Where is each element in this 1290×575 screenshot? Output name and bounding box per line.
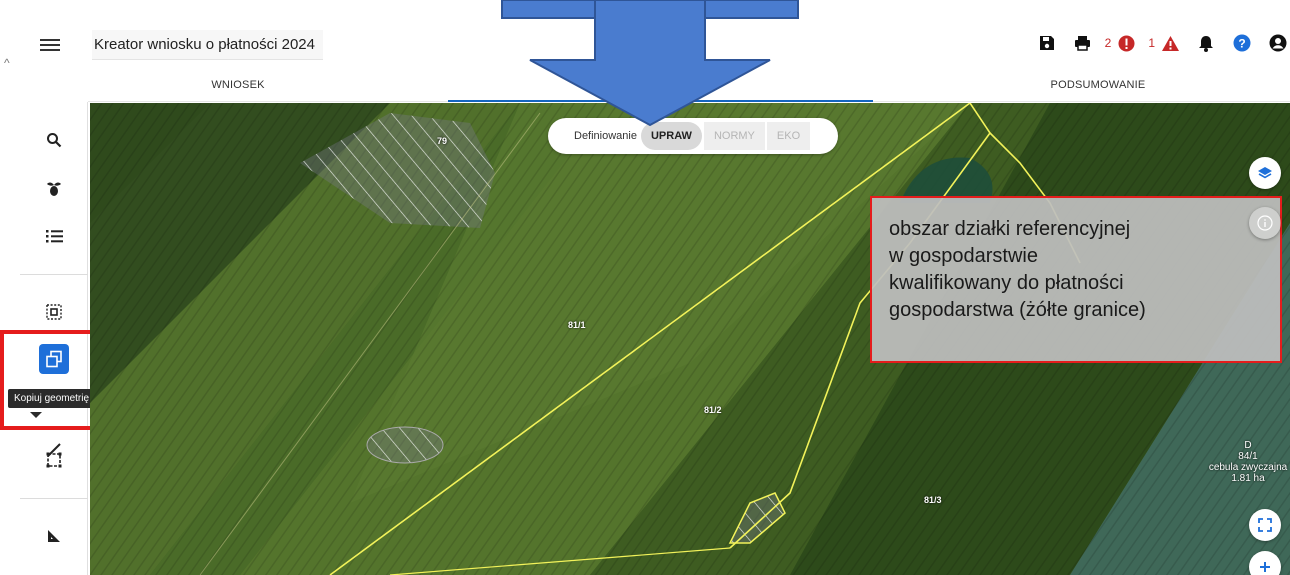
parcel-label: 81/1: [568, 320, 586, 330]
search-icon[interactable]: [36, 122, 72, 158]
fullscreen-icon[interactable]: [1249, 509, 1281, 541]
info-icon[interactable]: [1249, 207, 1281, 239]
account-icon[interactable]: [1266, 31, 1290, 55]
error-icon[interactable]: [1114, 31, 1138, 55]
header-actions: 2 1 ?: [1023, 30, 1290, 56]
area-parcel: 84/1: [1238, 451, 1258, 462]
bell-icon[interactable]: [1194, 31, 1218, 55]
toolbar-divider: [20, 498, 88, 499]
document-title: Kreator wniosku o płatności 2024: [92, 30, 323, 60]
annotation-line: w gospodarstwie: [889, 245, 1038, 267]
annotation-box: obszar działki referencyjnej w gospodars…: [870, 196, 1282, 363]
copy-geometry-icon[interactable]: [39, 344, 69, 374]
warning-count: 1: [1148, 36, 1155, 50]
plant-icon[interactable]: [36, 170, 72, 206]
parcel-label: 81/2: [704, 405, 722, 415]
tab-wniosek[interactable]: WNIOSEK: [88, 70, 388, 102]
tooltip-arrow: [30, 412, 42, 418]
area-crop-type: cebula zwyczajna: [1208, 462, 1288, 473]
annotation-line: obszar działki referencyjnej: [889, 218, 1131, 240]
svg-text:?: ?: [1238, 37, 1245, 51]
scroll-up-icon[interactable]: ^: [4, 56, 10, 70]
area-size: 1.81 ha: [1231, 473, 1265, 484]
layers-icon[interactable]: [1249, 157, 1281, 189]
rectangle-icon[interactable]: [36, 442, 72, 478]
annotation-line: gospodarstwa (żółte granice): [889, 299, 1146, 321]
print-icon[interactable]: [1071, 31, 1095, 55]
map-toolbar: [20, 102, 88, 575]
tooltip: Kopiuj geometrię: [8, 389, 96, 408]
error-count: 2: [1104, 36, 1112, 50]
list-icon[interactable]: [36, 218, 72, 254]
map-view[interactable]: 79 81/1 81/2 81/3 Definiowanie UPRAW NOR…: [90, 103, 1290, 575]
select-area-icon[interactable]: [36, 294, 72, 330]
parcel-label: 79: [437, 136, 448, 146]
annotation-line: kwalifikowany do płatności: [889, 272, 1124, 294]
menu-icon[interactable]: [40, 36, 60, 54]
parcel-label: 81/3: [924, 495, 942, 505]
definition-label: Definiowanie: [574, 130, 637, 142]
zoom-in-icon[interactable]: [1249, 551, 1281, 575]
area-class: D: [1244, 440, 1252, 451]
arrow-callout: [501, 0, 799, 127]
toolbar-divider: [20, 274, 88, 275]
measure-icon[interactable]: [36, 518, 72, 554]
area-label: D 84/1 cebula zwyczajna 1.81 ha: [1208, 440, 1288, 484]
warning-icon[interactable]: [1158, 31, 1182, 55]
help-icon[interactable]: ?: [1230, 31, 1254, 55]
application-window: Kreator wniosku o płatności 2024 2 1 ? W…: [0, 0, 1290, 575]
save-icon[interactable]: [1035, 31, 1059, 55]
